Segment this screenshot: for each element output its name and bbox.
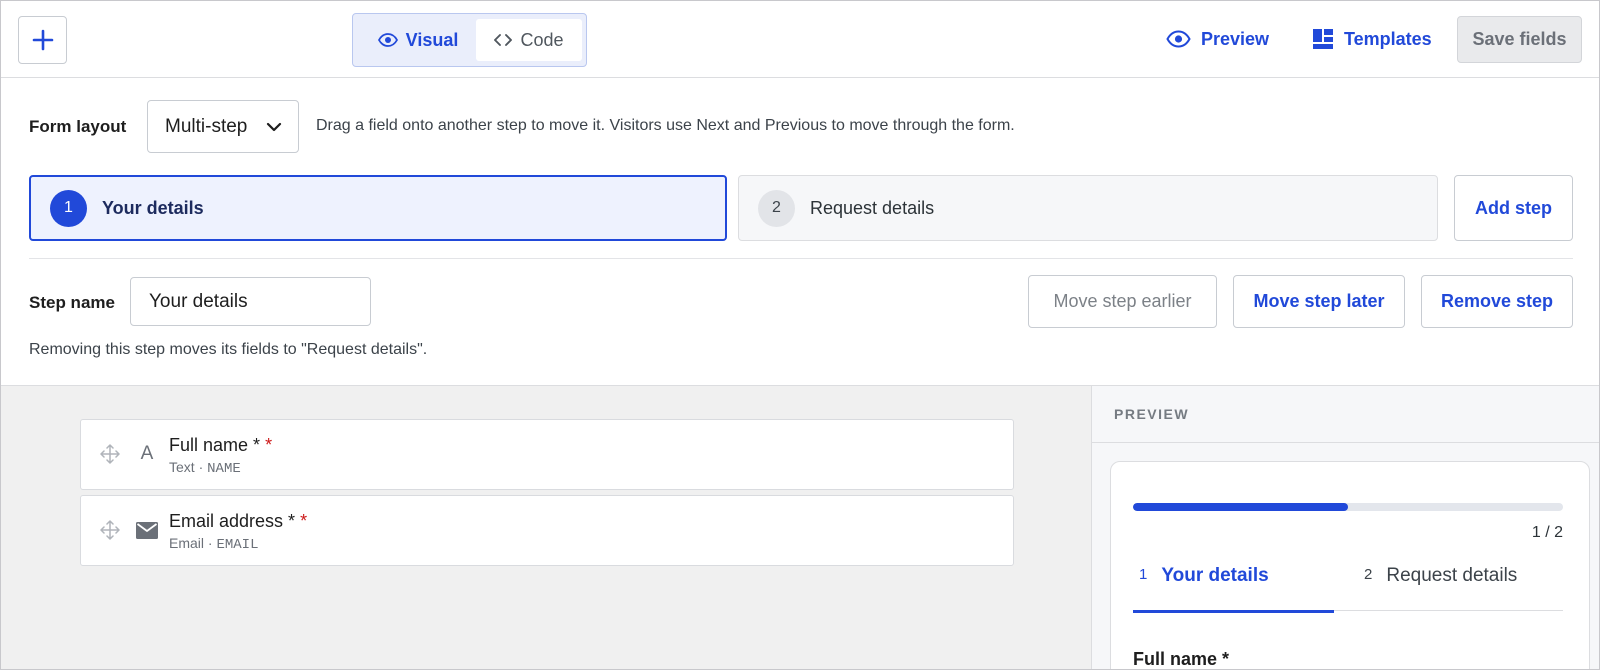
step-name-label: Step name — [29, 293, 115, 312]
preview-step-tab-your-details[interactable]: 1 Your details — [1133, 565, 1334, 613]
visual-mode-button[interactable]: Visual — [359, 19, 477, 61]
view-mode-toggle: Visual Code — [352, 13, 587, 67]
progress-count: 1 / 2 — [1531, 524, 1563, 541]
move-step-earlier-button[interactable]: Move step earlier — [1028, 275, 1217, 328]
text-type-icon: A — [140, 443, 154, 464]
preview-step-label: Your details — [1161, 565, 1269, 586]
save-fields-button[interactable]: Save fields — [1457, 16, 1582, 63]
step-tab-your-details[interactable]: 1 Your details — [29, 175, 727, 241]
fields-canvas: A Full name * * Text · NAME Email addres… — [1, 385, 1091, 669]
field-type: Text — [169, 459, 195, 475]
progress-bar — [1133, 503, 1563, 511]
field-card-full-name[interactable]: A Full name * * Text · NAME — [80, 419, 1014, 490]
step-name-input[interactable] — [130, 277, 371, 326]
preview-step-number: 1 — [1139, 566, 1148, 583]
form-layout-select[interactable]: Multi-step — [147, 100, 299, 153]
divider — [29, 258, 1573, 259]
envelope-icon — [136, 518, 158, 542]
drag-handle-icon[interactable] — [100, 520, 120, 540]
field-title-text: Full name * — [169, 435, 261, 455]
form-layout-hint: Drag a field onto another step to move i… — [316, 117, 1015, 134]
eye-icon — [377, 33, 398, 47]
code-mode-button[interactable]: Code — [476, 19, 582, 61]
add-field-button[interactable] — [18, 16, 67, 64]
field-type: Email — [169, 535, 205, 551]
remove-step-note: Removing this step moves its fields to "… — [29, 341, 428, 358]
field-title: Full name * * — [169, 435, 272, 456]
add-step-button[interactable]: Add step — [1454, 175, 1573, 241]
preview-heading: PREVIEW — [1092, 386, 1599, 443]
field-meta: Email · EMAIL — [169, 535, 258, 553]
field-key: EMAIL — [216, 537, 259, 553]
preview-panel: PREVIEW 1 / 2 1 Your details 2 Request d… — [1091, 385, 1599, 669]
preview-field-label: Full name * — [1133, 649, 1230, 669]
top-toolbar: Visual Code Preview Templates Save field… — [1, 1, 1599, 78]
step-number-badge: 1 — [50, 189, 87, 227]
required-mark: * — [265, 435, 273, 455]
field-meta-separator: · — [207, 535, 213, 551]
step-number-badge: 2 — [758, 189, 795, 227]
field-meta-separator: · — [198, 459, 204, 475]
preview-button[interactable]: Preview — [1166, 23, 1269, 55]
step-tab-request-details[interactable]: 2 Request details — [738, 175, 1438, 241]
eye-icon — [1166, 30, 1191, 48]
chevron-down-icon — [266, 122, 282, 132]
move-step-later-button[interactable]: Move step later — [1233, 275, 1405, 328]
code-mode-label: Code — [520, 29, 564, 50]
templates-button[interactable]: Templates — [1312, 23, 1432, 55]
progress-bar-fill — [1133, 503, 1348, 511]
field-title: Email address * * — [169, 511, 307, 532]
field-card-email-address[interactable]: Email address * * Email · EMAIL — [80, 495, 1014, 566]
visual-mode-label: Visual — [405, 29, 459, 50]
step-tab-label: Request details — [810, 197, 935, 218]
preview-step-tab-request-details[interactable]: 2 Request details — [1334, 565, 1563, 611]
form-builder-window: Visual Code Preview Templates Save field… — [0, 0, 1600, 670]
field-meta: Text · NAME — [169, 459, 241, 477]
plus-icon — [32, 29, 53, 51]
preview-label: Preview — [1201, 28, 1270, 49]
preview-step-label: Request details — [1386, 565, 1518, 586]
form-layout-value: Multi-step — [165, 115, 248, 137]
drag-handle-icon[interactable] — [100, 444, 120, 464]
templates-label: Templates — [1344, 28, 1432, 49]
form-layout-label: Form layout — [29, 117, 127, 136]
preview-form-card: 1 / 2 1 Your details 2 Request details F… — [1110, 461, 1590, 669]
templates-grid-icon — [1313, 29, 1333, 49]
code-brackets-icon — [494, 34, 513, 46]
preview-step-number: 2 — [1364, 566, 1373, 583]
field-title-text: Email address * — [169, 511, 296, 531]
step-tab-label: Your details — [102, 197, 204, 218]
field-key: NAME — [207, 461, 241, 477]
remove-step-button[interactable]: Remove step — [1421, 275, 1573, 328]
required-mark: * — [300, 511, 308, 531]
